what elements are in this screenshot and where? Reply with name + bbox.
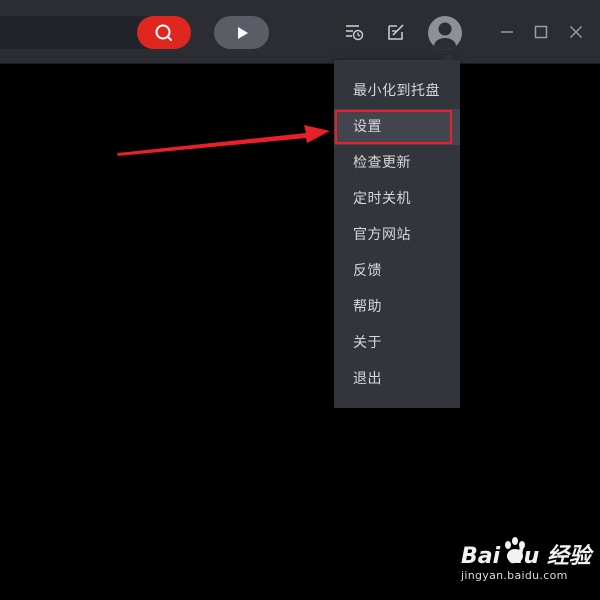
baidu-watermark: Bai du 经验 jingyan.baidu.com (455, 530, 595, 590)
watermark-url: jingyan.baidu.com (461, 569, 568, 582)
app-window: 最小化到托盘 设置 检查更新 定时关机 官方网站 反馈 帮助 关于 退出 Bai… (0, 0, 600, 600)
watermark-brand: Bai du 经验 (461, 544, 591, 569)
annotation-arrow (117, 125, 330, 156)
